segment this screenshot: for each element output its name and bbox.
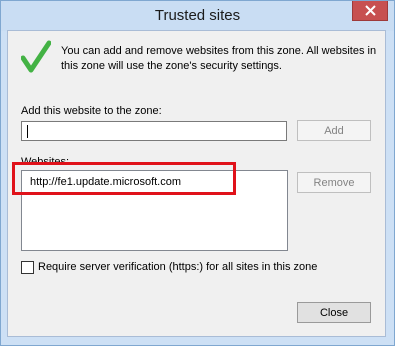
- text-caret: [27, 125, 28, 138]
- require-verification-checkbox[interactable]: [21, 261, 34, 274]
- add-button[interactable]: Add: [297, 120, 371, 141]
- highlight-box: [12, 162, 236, 195]
- close-icon: [365, 5, 376, 16]
- close-button[interactable]: Close: [297, 302, 371, 323]
- remove-button[interactable]: Remove: [297, 172, 371, 193]
- add-website-label: Add this website to the zone:: [21, 105, 162, 117]
- dialog-title: Trusted sites: [154, 7, 241, 24]
- checkmark-icon: [21, 40, 51, 73]
- window-close-button[interactable]: [352, 1, 388, 21]
- add-website-input[interactable]: [21, 121, 287, 141]
- intro-text: You can add and remove websites from thi…: [61, 45, 377, 72]
- title-bar[interactable]: Trusted sites: [1, 1, 394, 31]
- require-verification-label[interactable]: Require server verification (https:) for…: [38, 261, 317, 273]
